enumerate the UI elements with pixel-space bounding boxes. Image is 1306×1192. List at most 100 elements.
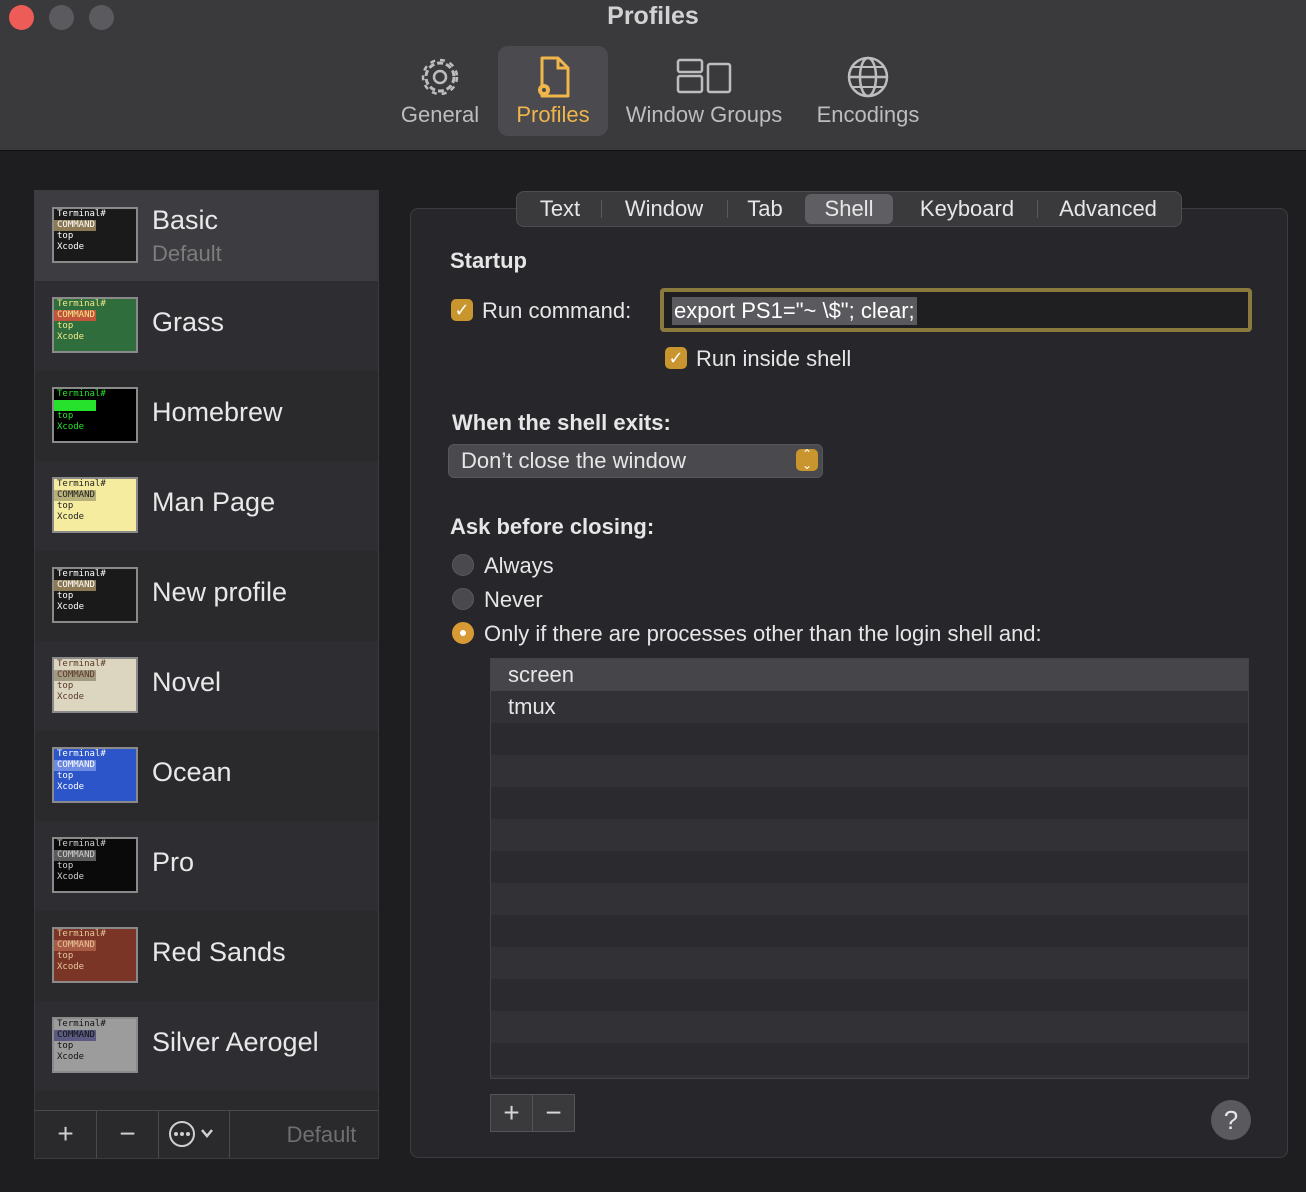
thumbnail-line: COMMAND bbox=[54, 670, 96, 681]
add-profile-button[interactable]: + bbox=[35, 1111, 97, 1158]
thumbnail-line: COMMAND bbox=[54, 220, 96, 231]
tab-divider bbox=[601, 200, 602, 218]
profile-name: Pro bbox=[152, 847, 195, 877]
empty-row bbox=[491, 947, 1248, 979]
thumbnail-line: COMMAND bbox=[54, 1030, 96, 1041]
thumbnail-line: Xcode bbox=[57, 692, 85, 702]
thumbnail-line: Terminal# bbox=[57, 389, 106, 399]
ask-processes-radio[interactable] bbox=[452, 622, 474, 644]
thumbnail-line: Xcode bbox=[57, 872, 85, 882]
ask-never-label: Never bbox=[484, 587, 543, 612]
remove-process-button[interactable]: − bbox=[532, 1094, 575, 1132]
thumbnail-line: top bbox=[57, 321, 74, 331]
profile-item[interactable]: Terminal# COMMAND top Xcode Novel bbox=[35, 641, 378, 731]
checkmark-icon: ✓ bbox=[668, 348, 684, 368]
process-row[interactable]: tmux bbox=[491, 691, 1248, 723]
remove-profile-button[interactable]: − bbox=[97, 1111, 159, 1158]
thumbnail-line: Xcode bbox=[57, 602, 85, 612]
thumbnail-line: Xcode bbox=[57, 332, 85, 342]
thumbnail-line: top bbox=[57, 861, 74, 871]
tab-keyboard[interactable]: Keyboard bbox=[905, 192, 1029, 226]
ask-before-closing-heading: Ask before closing: bbox=[450, 514, 655, 539]
tab-window[interactable]: Window bbox=[609, 192, 719, 226]
empty-row bbox=[491, 1043, 1248, 1075]
thumbnail-line: COMMAND bbox=[54, 400, 96, 411]
profile-list-toolbar: + − Default bbox=[34, 1110, 379, 1159]
tab-tab[interactable]: Tab bbox=[733, 192, 797, 226]
thumbnail-line: COMMAND bbox=[54, 490, 96, 501]
shell-exits-heading: When the shell exits: bbox=[452, 410, 671, 435]
thumbnail-line: COMMAND bbox=[54, 850, 96, 861]
process-row[interactable]: screen bbox=[491, 659, 1248, 691]
profile-name: Basic bbox=[152, 205, 219, 235]
ask-always-radio[interactable] bbox=[452, 554, 474, 576]
thumbnail-line: COMMAND bbox=[54, 310, 96, 321]
thumbnail-line: Terminal# bbox=[57, 1019, 106, 1029]
profile-item[interactable]: Terminal# COMMAND top Xcode Basic Default bbox=[35, 191, 378, 281]
thumbnail-line: Terminal# bbox=[57, 659, 106, 669]
toolbar-window-groups-label: Window Groups bbox=[625, 102, 783, 127]
toolbar-general-label: General bbox=[400, 102, 480, 127]
profile-list: Terminal# COMMAND top Xcode Basic Default Term… bbox=[34, 190, 379, 1112]
profile-item[interactable]: Terminal# COMMAND top Xcode Red Sands bbox=[35, 911, 378, 1001]
thumbnail-line: Terminal# bbox=[57, 569, 106, 579]
thumbnail-line: COMMAND bbox=[54, 760, 96, 771]
shell-exit-action-select[interactable]: Don’t close the window ⌃ ⌄ bbox=[448, 444, 823, 478]
tab-advanced[interactable]: Advanced bbox=[1045, 192, 1171, 226]
thumbnail-line: COMMAND bbox=[54, 580, 96, 591]
thumbnail-line: Xcode bbox=[57, 962, 85, 972]
profile-item[interactable]: Terminal# COMMAND top Xcode Silver Aerogel bbox=[35, 1001, 378, 1091]
run-command-checkbox[interactable]: ✓ bbox=[451, 299, 473, 321]
toolbar-window-groups[interactable]: Window Groups bbox=[618, 46, 790, 136]
toolbar-general[interactable]: General bbox=[390, 46, 490, 136]
tab-shell[interactable]: Shell bbox=[805, 194, 893, 224]
ellipsis-circle-icon bbox=[169, 1121, 213, 1147]
empty-row bbox=[491, 979, 1248, 1011]
settings-tabs: Text Window Tab Shell Keyboard Advanced bbox=[516, 191, 1182, 227]
thumbnail-line: Xcode bbox=[57, 782, 85, 792]
profile-item[interactable]: Terminal# COMMAND top Xcode New profile bbox=[35, 551, 378, 641]
thumbnail-line: top bbox=[57, 231, 74, 241]
thumbnail-line: top bbox=[57, 411, 74, 421]
profile-item[interactable]: Terminal# COMMAND top Xcode Pro bbox=[35, 821, 378, 911]
profile-item[interactable]: Terminal# COMMAND top Xcode Man Page bbox=[35, 461, 378, 551]
run-command-value: export PS1="~ \$"; clear; bbox=[672, 297, 917, 325]
ask-never-radio[interactable] bbox=[452, 588, 474, 610]
thumbnail-line: top bbox=[57, 771, 74, 781]
empty-row bbox=[491, 819, 1248, 851]
empty-row bbox=[491, 723, 1248, 755]
set-default-button[interactable]: Default bbox=[265, 1111, 378, 1158]
title-bar: Profiles General Profiles Window Groups bbox=[0, 0, 1306, 151]
gear-icon bbox=[421, 58, 459, 96]
help-button[interactable]: ? bbox=[1211, 1100, 1251, 1140]
profile-thumbnail: Terminal# COMMAND top Xcode bbox=[52, 927, 138, 983]
run-inside-shell-checkbox[interactable]: ✓ bbox=[665, 347, 687, 369]
thumbnail-line: top bbox=[57, 951, 74, 961]
profile-actions-menu-button[interactable] bbox=[159, 1111, 230, 1158]
thumbnail-line: top bbox=[57, 591, 74, 601]
profile-item[interactable]: Terminal# COMMAND top Xcode Grass bbox=[35, 281, 378, 371]
process-name: screen bbox=[508, 662, 575, 687]
profile-thumbnail: Terminal# COMMAND top Xcode bbox=[52, 837, 138, 893]
tab-text[interactable]: Text bbox=[525, 192, 595, 226]
toolbar-encodings[interactable]: Encodings bbox=[808, 46, 928, 136]
empty-row bbox=[491, 883, 1248, 915]
globe-icon bbox=[847, 56, 889, 98]
add-process-button[interactable]: + bbox=[490, 1094, 533, 1132]
profile-thumbnail: Terminal# COMMAND top Xcode bbox=[52, 747, 138, 803]
run-command-input[interactable]: export PS1="~ \$"; clear; bbox=[660, 288, 1252, 332]
profile-item[interactable]: Terminal# COMMAND top Xcode Homebrew bbox=[35, 371, 378, 461]
profile-item[interactable]: Terminal# COMMAND top Xcode Ocean bbox=[35, 731, 378, 821]
profile-name: Red Sands bbox=[152, 937, 286, 967]
process-list: screen tmux bbox=[490, 658, 1249, 1079]
toolbar-profiles[interactable]: Profiles bbox=[498, 46, 608, 136]
profile-thumbnail: Terminal# COMMAND top Xcode bbox=[52, 297, 138, 353]
profile-name: Silver Aerogel bbox=[152, 1027, 319, 1057]
thumbnail-line: Terminal# bbox=[57, 479, 106, 489]
profile-name: Novel bbox=[152, 667, 222, 697]
thumbnail-line: Terminal# bbox=[57, 209, 106, 219]
empty-row bbox=[491, 851, 1248, 883]
profile-name: Ocean bbox=[152, 757, 232, 787]
empty-row bbox=[491, 755, 1248, 787]
ask-processes-label: Only if there are processes other than t… bbox=[484, 621, 1042, 646]
